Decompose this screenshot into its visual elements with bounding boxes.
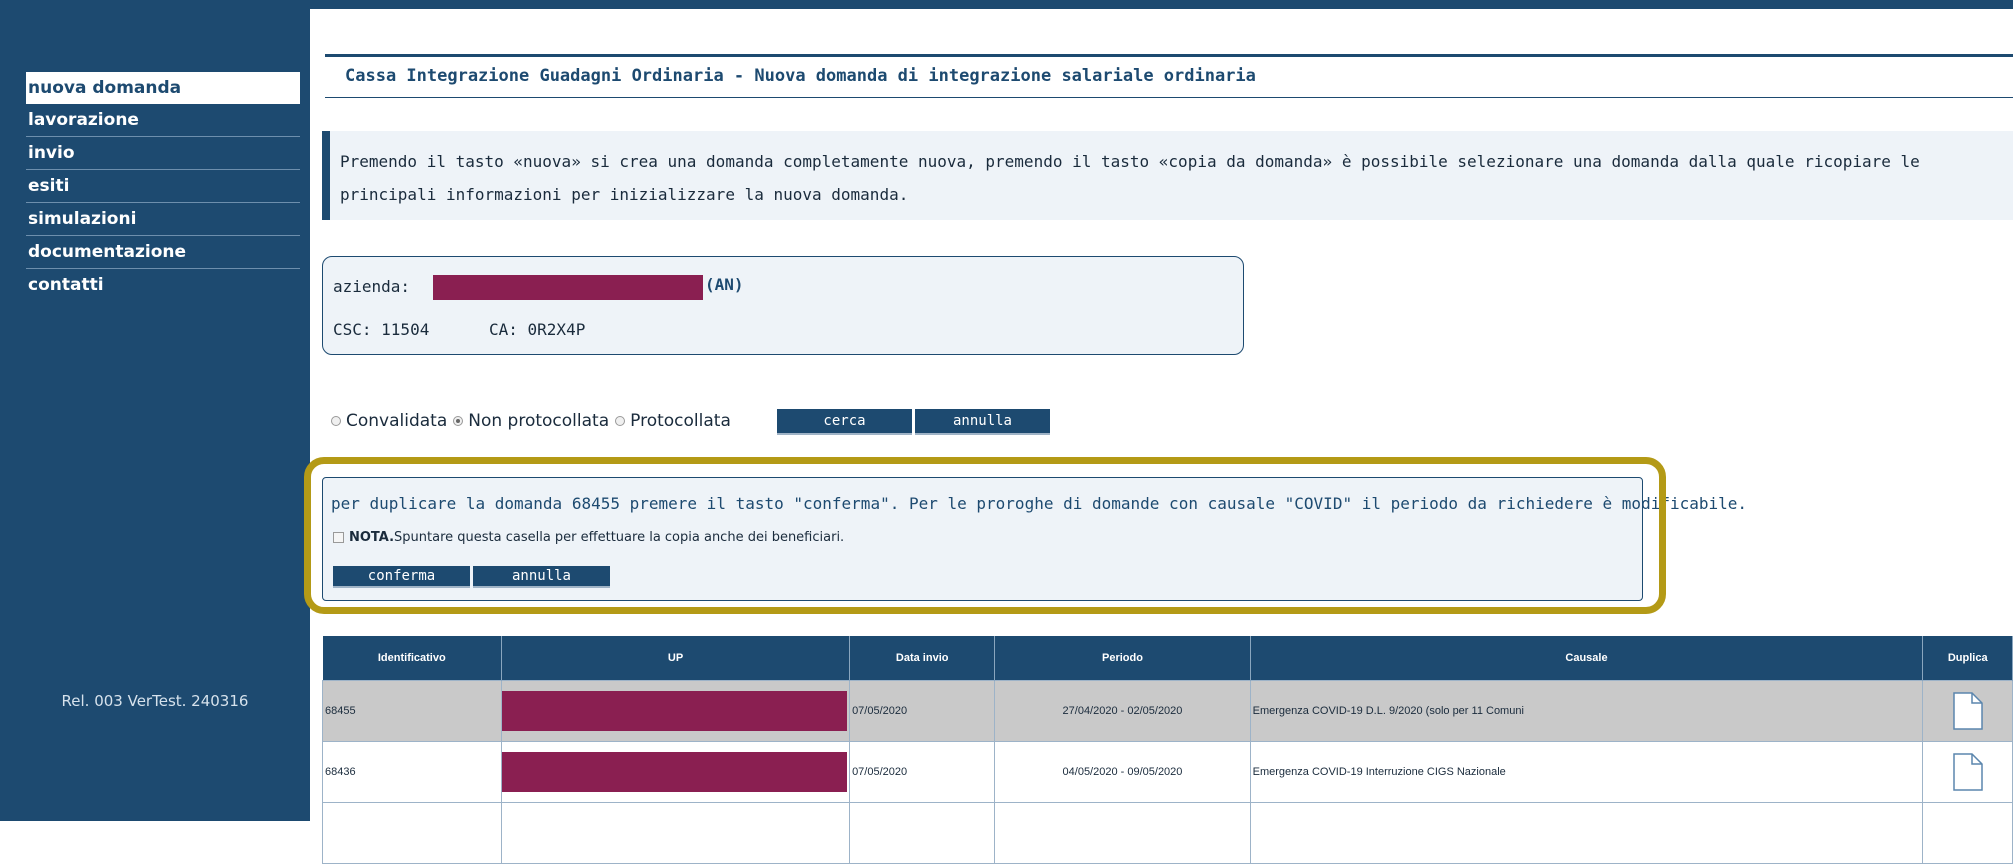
sidebar-item-documentazione[interactable]: documentazione	[26, 236, 300, 269]
company-panel: azienda: (AN) CSC: 11504 CA: 0R2X4P	[322, 256, 1244, 355]
header-periodo: Periodo	[994, 636, 1251, 681]
radio-label: Protocollata	[630, 411, 731, 431]
info-box: Premendo il tasto «nuova» si crea una do…	[322, 131, 2013, 220]
highlight-frame	[304, 457, 1666, 614]
header-data-invio: Data invio	[849, 636, 996, 681]
radio-protocollata[interactable]: Protocollata	[615, 411, 731, 431]
cell-duplica	[1922, 741, 2013, 803]
cell-periodo: 04/05/2020 - 09/05/2020	[994, 741, 1251, 803]
company-name-redacted	[433, 275, 703, 300]
cell-data-invio: 07/05/2020	[849, 741, 996, 803]
results-table: Identificativo UP Data invio Periodo Cau…	[321, 636, 2013, 864]
company-label: azienda:	[333, 277, 411, 296]
sidebar-item-invio[interactable]: invio	[26, 137, 300, 170]
search-button[interactable]: cerca	[777, 409, 912, 433]
sidebar-item-nuova-domanda[interactable]: nuova domanda	[26, 72, 300, 104]
cell-id: 68436	[321, 741, 503, 803]
cell-data-invio: 07/05/2020	[849, 680, 996, 742]
sidebar-item-lavorazione[interactable]: lavorazione	[26, 104, 300, 137]
title-bar: Cassa Integrazione Guadagni Ordinaria - …	[325, 54, 2013, 98]
sidebar-menu: nuova domanda lavorazione invio esiti si…	[26, 72, 300, 301]
info-text: Premendo il tasto «nuova» si crea una do…	[340, 152, 1920, 204]
cell-periodo: 27/04/2020 - 02/05/2020	[994, 680, 1251, 742]
duplicate-document-icon[interactable]	[1952, 752, 1984, 792]
top-border	[310, 0, 2013, 9]
radio-non-protocollata[interactable]: Non protocollata	[453, 411, 609, 431]
sidebar-item-esiti[interactable]: esiti	[26, 170, 300, 203]
radio-label: Non protocollata	[468, 411, 610, 431]
status-filters: Convalidata Non protocollata Protocollat…	[331, 408, 737, 434]
sidebar-item-simulazioni[interactable]: simulazioni	[26, 203, 300, 236]
cell-causale: Emergenza COVID-19 D.L. 9/2020 (solo per…	[1249, 680, 1924, 742]
table-row[interactable]: 68436 07/05/2020 04/05/2020 - 09/05/2020…	[321, 741, 2013, 803]
sidebar: nuova domanda lavorazione invio esiti si…	[0, 0, 310, 821]
radio-label: Convalidata	[346, 411, 448, 431]
header-duplica: Duplica	[1922, 636, 2013, 681]
cell-up	[501, 680, 851, 742]
sidebar-item-contatti[interactable]: contatti	[26, 269, 300, 301]
header-causale: Causale	[1250, 636, 1924, 681]
cell-id: 68455	[321, 680, 503, 742]
radio-circle[interactable]	[615, 416, 626, 426]
up-redacted	[502, 752, 848, 792]
company-province: (AN)	[705, 275, 744, 294]
page-title: Cassa Integrazione Guadagni Ordinaria - …	[345, 66, 1256, 86]
radio-circle[interactable]	[453, 416, 464, 426]
cell-causale: Emergenza COVID-19 Interruzione CIGS Naz…	[1249, 741, 1924, 803]
header-up: UP	[501, 636, 851, 681]
radio-circle[interactable]	[331, 416, 341, 426]
cell-up	[501, 741, 851, 803]
table-header-row: Identificativo UP Data invio Periodo Cau…	[322, 636, 2013, 681]
up-redacted	[502, 691, 848, 731]
header-identificativo: Identificativo	[322, 636, 503, 681]
radio-convalidata[interactable]: Convalidata	[331, 411, 447, 431]
cancel-filter-button[interactable]: annulla	[915, 409, 1050, 433]
release-version: Rel. 003 VerTest. 240316	[61, 692, 249, 710]
table-row-partial	[321, 802, 2013, 864]
cell-duplica	[1922, 680, 2013, 742]
table-row[interactable]: 68455 07/05/2020 27/04/2020 - 02/05/2020…	[321, 680, 2013, 742]
duplicate-document-icon[interactable]	[1952, 691, 1984, 731]
ca-code: CA: 0R2X4P	[489, 320, 586, 339]
csc-code: CSC: 11504	[333, 320, 430, 339]
